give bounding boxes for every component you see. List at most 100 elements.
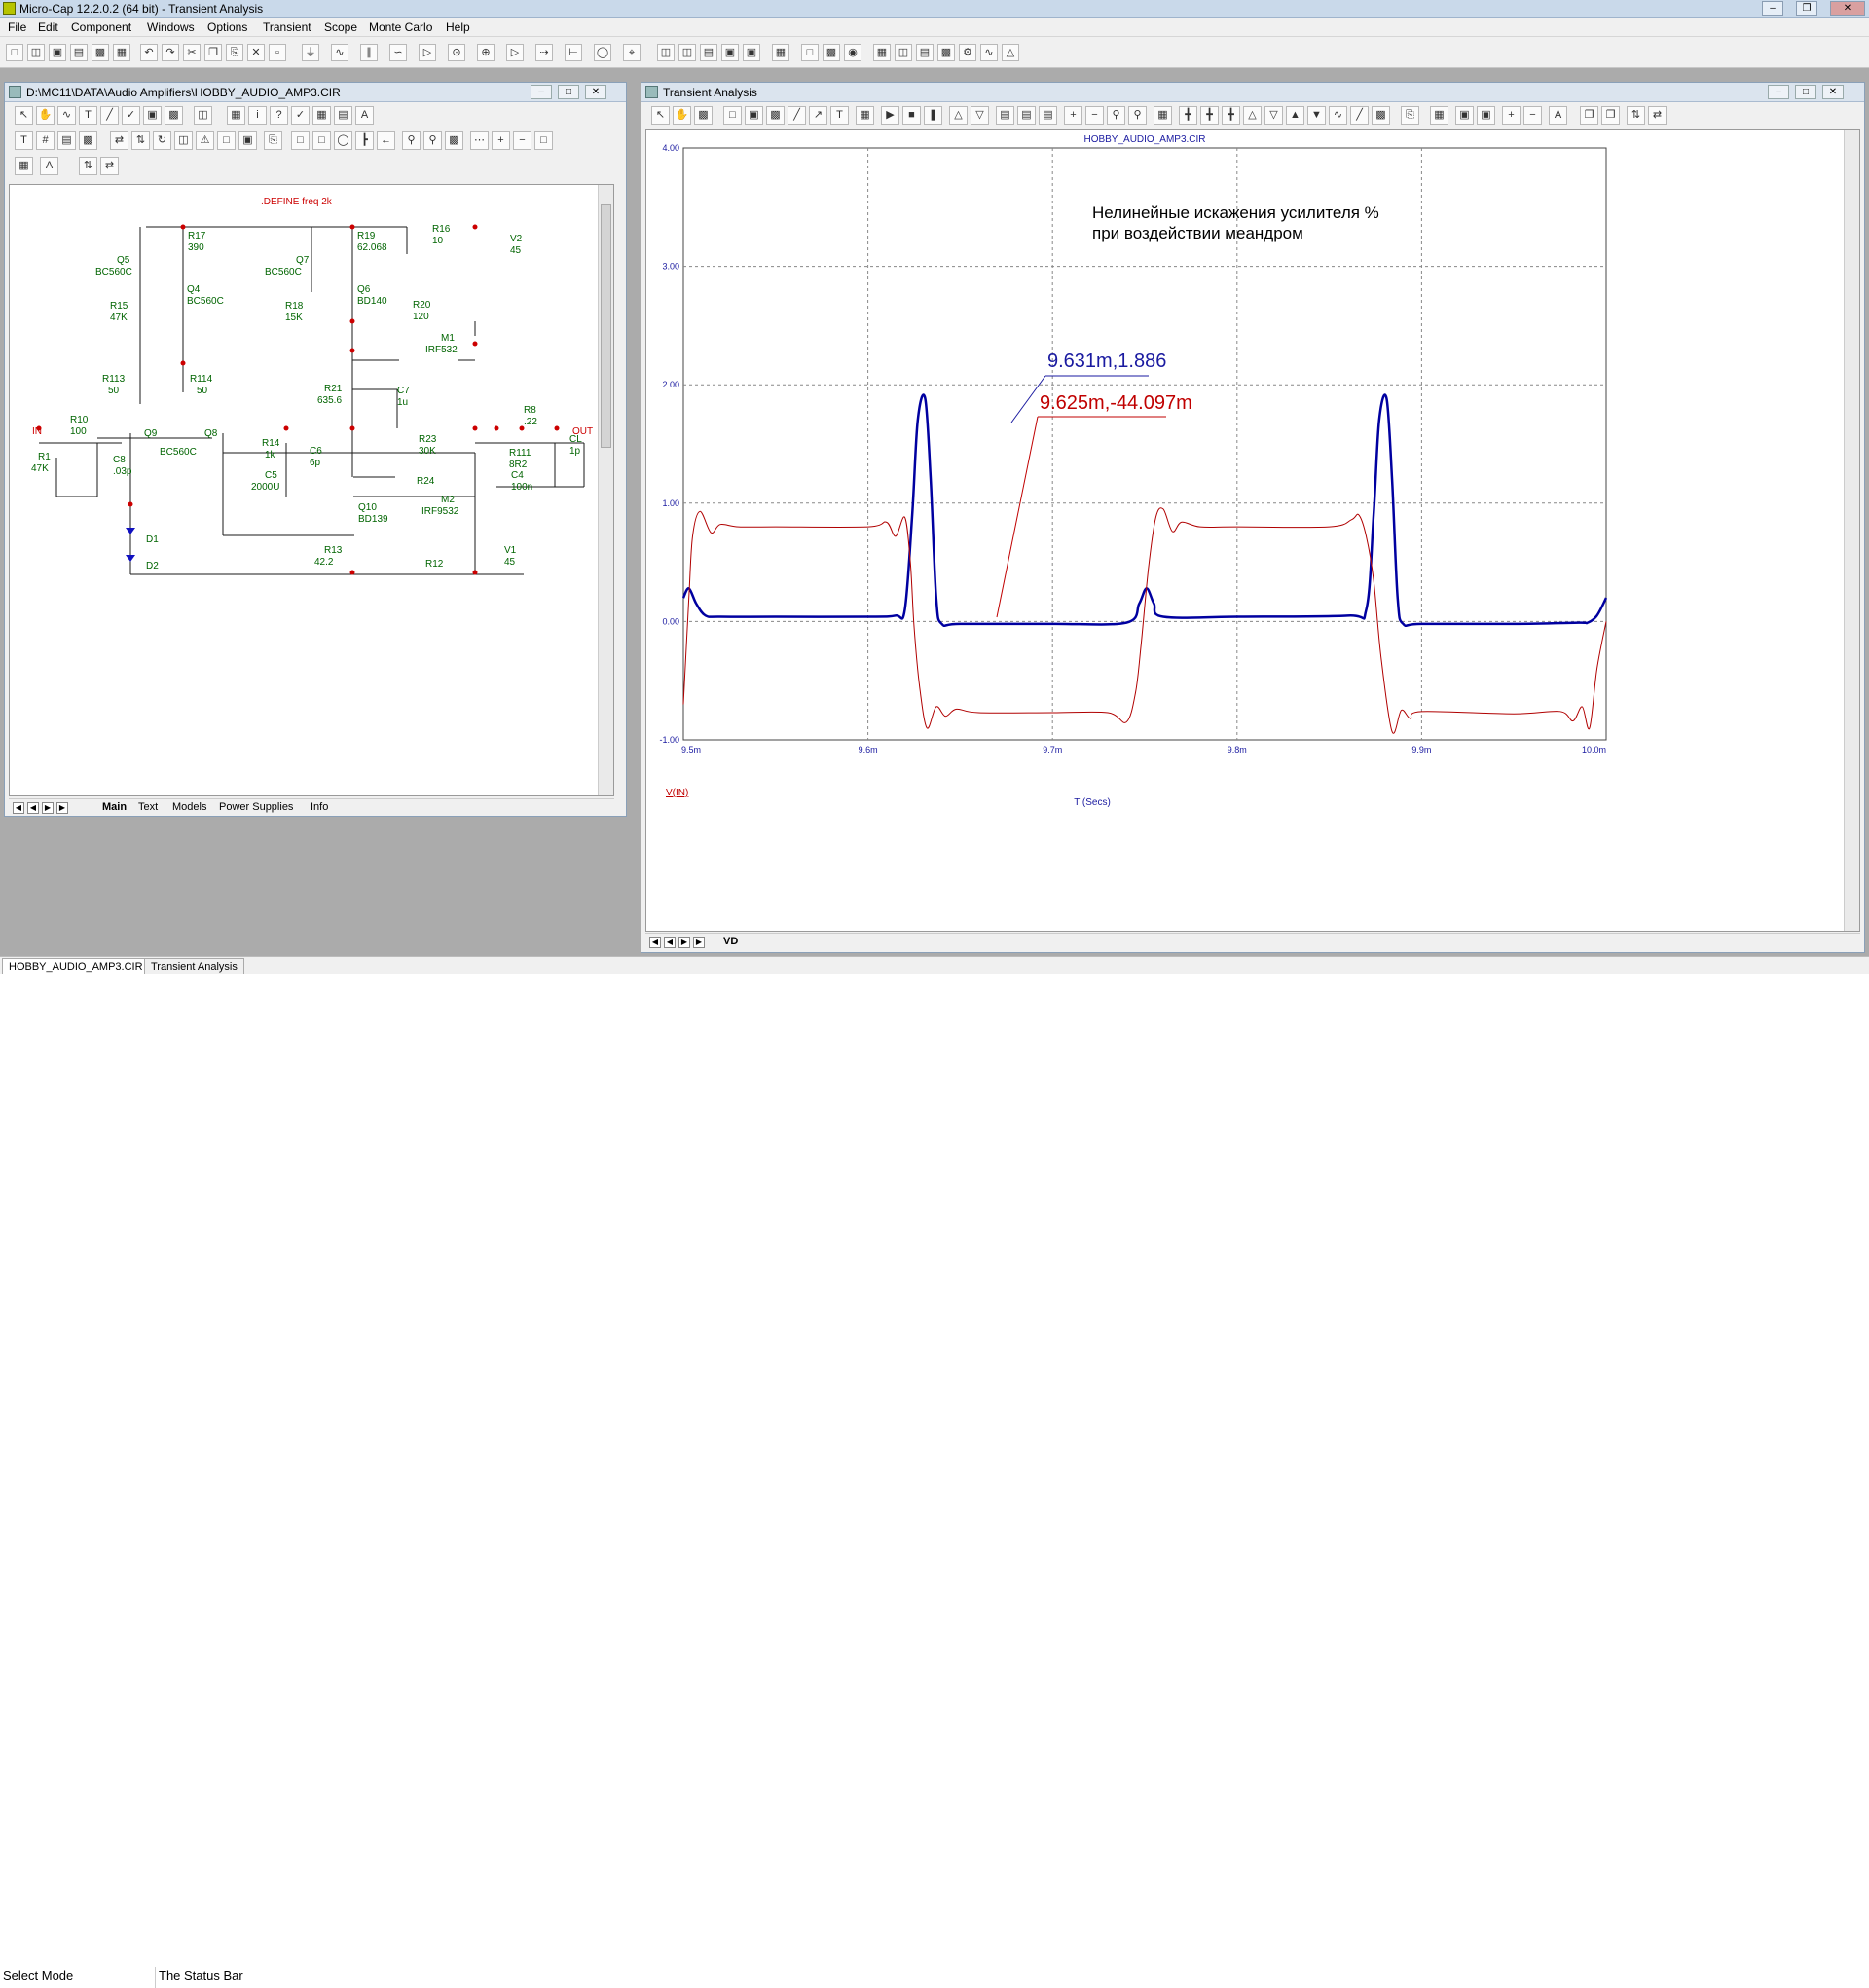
zoom-box-icon[interactable]: □ [723, 106, 742, 125]
menu-options[interactable]: Options [207, 20, 247, 34]
grid-text-icon[interactable]: ▩ [79, 131, 97, 150]
schematic-maximize-button[interactable]: □ [558, 85, 579, 99]
schematic-close-button[interactable]: ✕ [585, 85, 606, 99]
list-icon[interactable]: ▤ [334, 106, 352, 125]
tile-vertical-icon[interactable]: ◫ [678, 44, 696, 61]
schematic-canvas[interactable]: R17 390 Q5 BC560C Q4 BC560C R15 47K Q7 B… [9, 184, 614, 796]
print-preview-icon[interactable]: ▩ [92, 44, 109, 61]
zoom-out2-icon[interactable]: − [1523, 106, 1542, 125]
wire-icon[interactable]: ∿ [57, 106, 76, 125]
globe-icon[interactable]: ◉ [844, 44, 861, 61]
valley-icon[interactable]: ▽ [971, 106, 989, 125]
restore-button[interactable]: ❐ [1796, 1, 1817, 16]
copy-a-icon[interactable]: ❐ [1580, 106, 1598, 125]
plot-vscroll[interactable] [1844, 130, 1859, 931]
arrow-left-icon[interactable]: ← [377, 131, 395, 150]
dots-icon[interactable]: ⋯ [470, 131, 489, 150]
tile-horizontal-icon[interactable]: ▤ [700, 44, 717, 61]
tab-power-supplies[interactable]: Power Supplies [219, 801, 293, 813]
menu-component[interactable]: Component [71, 20, 131, 34]
align-plot-icon[interactable]: ⇅ [1627, 106, 1645, 125]
line-icon[interactable]: ╱ [100, 106, 119, 125]
check-icon[interactable]: ✓ [291, 106, 310, 125]
tools-icon[interactable]: ⚙ [959, 44, 976, 61]
macro-icon[interactable]: ▩ [165, 106, 183, 125]
font-icon[interactable]: A [355, 106, 374, 125]
plot-tab-last-icon[interactable]: ▶ [693, 937, 705, 948]
switch-icon[interactable]: ⇢ [535, 44, 553, 61]
zoom-plot-x-icon[interactable]: ⚲ [1107, 106, 1125, 125]
bounds-icon[interactable]: □ [291, 131, 310, 150]
expand-icon[interactable]: ▣ [238, 131, 257, 150]
text-icon[interactable]: T [79, 106, 97, 125]
font-size-icon[interactable]: A [40, 157, 58, 175]
view2-icon[interactable]: ▤ [1017, 106, 1036, 125]
stepping-icon[interactable]: ▩ [937, 44, 955, 61]
circle-icon[interactable]: ◯ [334, 131, 352, 150]
schematic-vscroll-thumb[interactable] [601, 204, 611, 448]
tab-first-icon[interactable]: ◀ [13, 802, 24, 814]
help-icon[interactable]: ? [270, 106, 288, 125]
plot-canvas[interactable]: HOBBY_AUDIO_AMP3.CIR -1.00 0.00 1.00 2.00 3.… [645, 129, 1860, 932]
source-icon[interactable]: ◯ [594, 44, 611, 61]
cursor-icon[interactable]: ▦ [1154, 106, 1172, 125]
cursor-mode1-icon[interactable]: ╋ [1179, 106, 1197, 125]
distribute-plot-icon[interactable]: ⇄ [1648, 106, 1667, 125]
page-setup-icon[interactable]: □ [217, 131, 236, 150]
run-icon[interactable]: ▶ [881, 106, 899, 125]
view1-icon[interactable]: ▤ [996, 106, 1014, 125]
analysis-close-button[interactable]: ✕ [1822, 85, 1844, 99]
view3-icon[interactable]: ▤ [1039, 106, 1057, 125]
probe-icon[interactable]: ⌖ [623, 44, 641, 61]
pause-icon[interactable]: ❚ [924, 106, 942, 125]
tab-last-icon[interactable]: ▶ [56, 802, 68, 814]
ground-icon[interactable]: ⏚ [302, 44, 319, 61]
flip-y-icon[interactable]: ⇅ [131, 131, 150, 150]
delete-icon[interactable]: ✕ [247, 44, 265, 61]
find-next-icon[interactable]: ⚲ [423, 131, 442, 150]
table-icon[interactable]: ▦ [227, 106, 245, 125]
window2-icon[interactable]: ▣ [743, 44, 760, 61]
menu-edit[interactable]: Edit [38, 20, 58, 34]
pen-icon[interactable]: ✓ [122, 106, 140, 125]
cursor-peak-icon[interactable]: △ [1243, 106, 1262, 125]
menu-help[interactable]: Help [446, 20, 470, 34]
menu-file[interactable]: File [8, 20, 26, 34]
tab-text[interactable]: Text [138, 801, 158, 813]
mosfet-icon[interactable]: ┣ [355, 131, 374, 150]
inductor-icon[interactable]: ∽ [389, 44, 407, 61]
zoom-plot-out-icon[interactable]: − [1085, 106, 1104, 125]
font-plot-icon[interactable]: A [1549, 106, 1567, 125]
clipboard-icon[interactable]: ⎘ [1401, 106, 1419, 125]
limits-icon[interactable]: ◫ [895, 44, 912, 61]
pan-icon[interactable]: ✋ [36, 106, 55, 125]
node-numbers-icon[interactable]: # [36, 131, 55, 150]
cursor-high-icon[interactable]: ▲ [1286, 106, 1304, 125]
peak-icon[interactable]: △ [949, 106, 968, 125]
cursor-slope-icon[interactable]: ╱ [1350, 106, 1369, 125]
zoom-in2-icon[interactable]: + [1502, 106, 1521, 125]
cursor-low-icon[interactable]: ▼ [1307, 106, 1326, 125]
stop-icon[interactable]: ■ [902, 106, 921, 125]
print-icon[interactable]: ▦ [113, 44, 130, 61]
pin-names-icon[interactable]: ▤ [57, 131, 76, 150]
page-icon[interactable]: □ [801, 44, 819, 61]
fit2-icon[interactable]: ▣ [1477, 106, 1495, 125]
calculator-icon[interactable]: ▦ [772, 44, 789, 61]
red-data-label[interactable]: 9.625m,-44.097m [996, 392, 1192, 618]
info-icon[interactable]: i [248, 106, 267, 125]
measure-icon[interactable]: △ [1002, 44, 1019, 61]
grid-plot-icon[interactable]: ▦ [1430, 106, 1448, 125]
undo-icon[interactable]: ↶ [140, 44, 158, 61]
rotate-icon[interactable]: ↻ [153, 131, 171, 150]
cursor-global-icon[interactable]: ▩ [1372, 106, 1390, 125]
npn-icon[interactable]: ⊙ [448, 44, 465, 61]
warning-icon[interactable]: ⚠ [196, 131, 214, 150]
cursor-valley-icon[interactable]: ▽ [1264, 106, 1283, 125]
scale-icon[interactable]: ▩ [766, 106, 785, 125]
cut-icon[interactable]: ✂ [183, 44, 201, 61]
bookmark-icon[interactable]: ▩ [445, 131, 463, 150]
zoom-plot-y-icon[interactable]: ⚲ [1128, 106, 1147, 125]
draw-arrow-icon[interactable]: ↗ [809, 106, 827, 125]
tab-info[interactable]: Info [311, 801, 328, 813]
